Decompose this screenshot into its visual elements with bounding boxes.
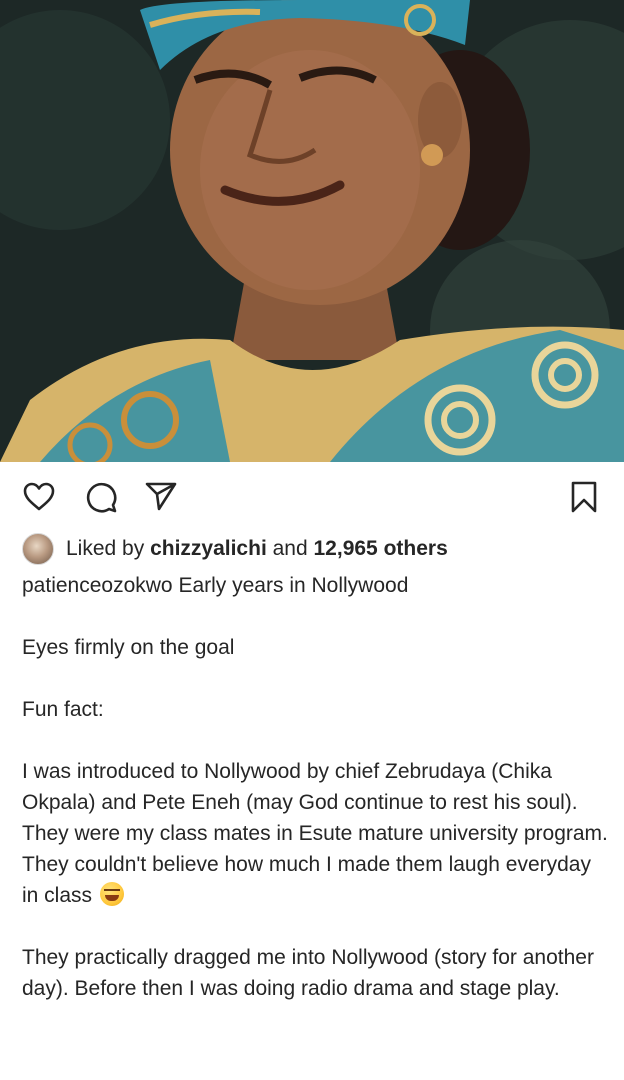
caption-first-line: patienceozokwo Early years in Nollywood [22, 570, 612, 601]
caption-paragraph: Fun fact: [22, 698, 104, 721]
send-icon[interactable] [144, 480, 178, 514]
rolling-laughing-emoji-icon [99, 882, 124, 906]
portrait-illustration [0, 0, 624, 462]
post-actions-bar [0, 470, 624, 522]
comment-icon[interactable] [84, 480, 118, 514]
caption-first-text: Early years in Nollywood [178, 574, 409, 597]
avatar[interactable] [22, 533, 54, 565]
caption-paragraph: They practically dragged me into Nollywo… [22, 946, 594, 1000]
liked-by-and: and [266, 537, 314, 560]
bookmark-icon[interactable] [567, 480, 601, 514]
post-photo[interactable] [0, 0, 624, 462]
caption-paragraph-with-emoji: They were my class mates in Esute mature… [22, 818, 612, 911]
caption-paragraph: Eyes firmly on the goal [22, 636, 235, 659]
author-username-link[interactable]: patienceozokwo [22, 574, 173, 597]
caption-paragraph: I was introduced to Nollywood by chief Z… [22, 760, 578, 814]
liked-by-count-link[interactable]: 12,965 others [314, 537, 448, 561]
likes-summary[interactable]: Liked by chizzyalichi and 12,965 others [22, 532, 448, 566]
liked-by-prefix: Liked by [66, 537, 151, 560]
post-caption: patienceozokwo Early years in Nollywood … [22, 570, 612, 1004]
heart-icon[interactable] [22, 480, 56, 514]
liked-by-user-link[interactable]: chizzyalichi [150, 537, 267, 561]
